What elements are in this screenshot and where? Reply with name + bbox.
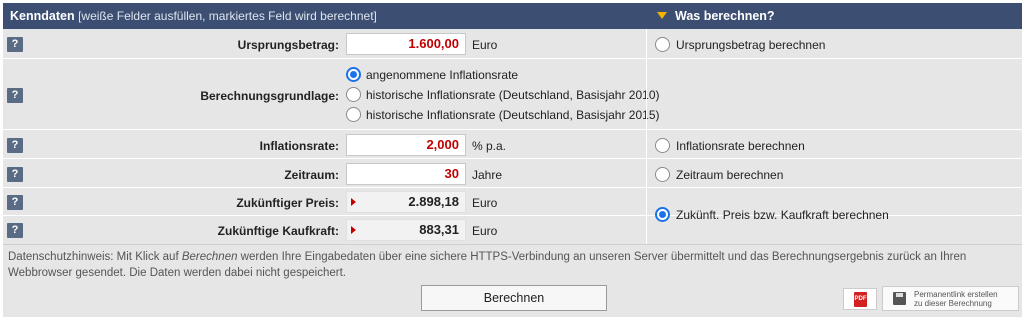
result-marker-icon [351,198,356,206]
row-ursprungsbetrag: ? Ursprungsbetrag: 1.600,00 Euro Ursprun… [3,29,1022,59]
row-berechnungsgrundlage: ? Berechnungsgrundlage: angenommene Infl… [3,60,1022,130]
pdf-icon-text: PDF [854,296,867,302]
column-divider [646,29,647,244]
header-bar: Kenndaten [weiße Felder ausfüllen, marki… [3,3,1022,29]
radio-basis-2015[interactable] [346,107,361,122]
ursprungsbetrag-input[interactable]: 1.600,00 [346,33,466,55]
help-icon[interactable]: ? [7,37,23,52]
unit-inflationsrate: % p.a. [472,139,507,153]
header-title-text: Kenndaten [10,9,75,23]
radio-calc-ursprungsbetrag[interactable] [655,37,670,52]
calculate-button[interactable]: Berechnen [421,285,607,311]
row-inflationsrate: ? Inflationsrate: 2,000 % p.a. Inflation… [3,131,1022,159]
zukuenftiger-preis-value: 2.898,18 [408,194,459,209]
calculator-panel: Kenndaten [weiße Felder ausfüllen, marki… [3,3,1022,317]
help-icon[interactable]: ? [7,223,23,238]
radio-basis-assumed[interactable] [346,67,361,82]
help-icon[interactable]: ? [7,195,23,210]
label-ursprungsbetrag: Ursprungsbetrag: [237,38,339,52]
permalink-label-line2: zu dieser Berechnung [914,299,992,308]
unit-zukuenftiger-preis: Euro [472,196,498,210]
privacy-note-prefix: Datenschutzhinweis: Mit Klick auf [8,251,182,263]
unit-zeitraum: Jahre [472,168,503,182]
calc-target-title-text: Was berechnen? [675,9,775,23]
unit-zukuenftige-kaufkraft: Euro [472,224,498,238]
zukuenftiger-preis-output: 2.898,18 [346,191,466,213]
save-icon [893,292,906,305]
inflationsrate-input[interactable]: 2,000 [346,134,466,156]
calc-option-preis-kaufkraft[interactable]: Zukünft. Preis bzw. Kaufkraft berechnen [676,208,889,222]
unit-ursprungsbetrag: Euro [472,38,498,52]
header-title: Kenndaten [weiße Felder ausfüllen, marki… [10,9,377,23]
calc-option-inflationsrate[interactable]: Inflationsrate berechnen [676,139,805,153]
radio-calc-zeitraum[interactable] [655,167,670,182]
radio-calc-inflationsrate[interactable] [655,138,670,153]
radio-basis-2010[interactable] [346,87,361,102]
radio-calc-preis-kaufkraft[interactable] [655,207,670,222]
label-inflationsrate: Inflationsrate: [259,139,339,153]
zukuenftige-kaufkraft-value: 883,31 [419,222,459,237]
header-subtitle: [weiße Felder ausfüllen, markiertes Feld… [78,9,377,23]
help-icon[interactable]: ? [7,167,23,182]
calc-option-ursprungsbetrag[interactable]: Ursprungsbetrag berechnen [676,38,825,52]
privacy-note: Datenschutzhinweis: Mit Klick auf Berech… [8,249,1018,281]
basis-option-2010[interactable]: historische Inflationsrate (Deutschland,… [366,88,659,102]
pdf-icon: PDF [854,292,867,307]
calc-option-zeitraum[interactable]: Zeitraum berechnen [676,168,783,182]
permalink-label: Permanentlink erstellen zu dieser Berech… [914,290,998,308]
label-zukuenftiger-preis: Zukünftiger Preis: [236,196,339,210]
pdf-button[interactable]: PDF [843,288,877,310]
row-zeitraum: ? Zeitraum: 30 Jahre Zeitraum berechnen [3,160,1022,188]
calc-target-title: Was berechnen? [657,9,775,23]
help-icon[interactable]: ? [7,138,23,153]
label-zeitraum: Zeitraum: [284,168,339,182]
basis-option-2015[interactable]: historische Inflationsrate (Deutschland,… [366,108,659,122]
permalink-button[interactable]: Permanentlink erstellen zu dieser Berech… [882,286,1019,311]
permalink-label-line1: Permanentlink erstellen [914,290,998,299]
basis-option-assumed[interactable]: angenommene Inflationsrate [366,68,518,82]
zukuenftige-kaufkraft-output: 883,31 [346,219,466,241]
zeitraum-input[interactable]: 30 [346,163,466,185]
section-divider [3,244,1022,245]
privacy-note-emphasis: Berechnen [181,251,238,263]
help-icon[interactable]: ? [7,88,23,103]
triangle-down-icon [657,12,667,19]
label-zukuenftige-kaufkraft: Zukünftige Kaufkraft: [217,224,339,238]
label-berechnungsgrundlage: Berechnungsgrundlage: [200,89,339,103]
result-marker-icon [351,226,356,234]
